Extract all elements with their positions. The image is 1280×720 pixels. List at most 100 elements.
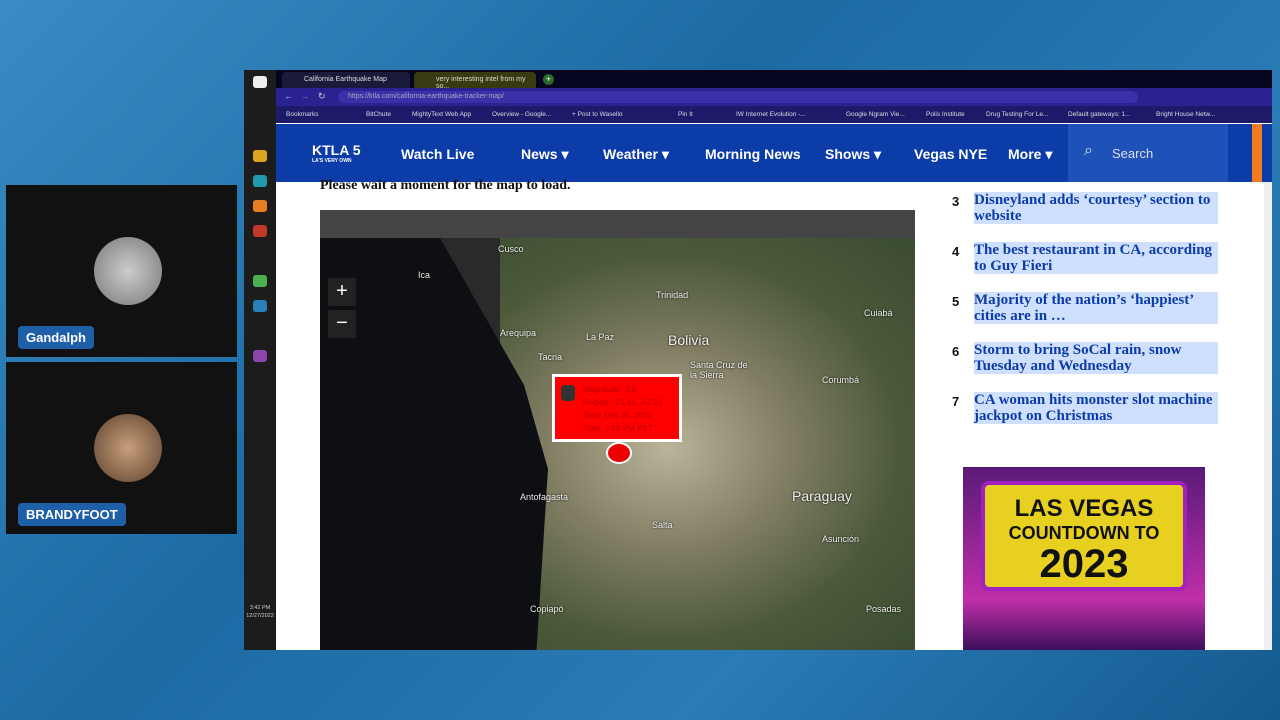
bookmark[interactable]: MightyText Web App [412, 111, 471, 118]
advertisement[interactable]: LAS VEGAS COUNTDOWN TO 2023 [963, 467, 1205, 650]
map-label: Posadas [866, 604, 902, 614]
nav-weather[interactable]: Weather ▾ [603, 146, 669, 163]
url-input[interactable]: https://ktla.com/california-earthquake-t… [338, 91, 1138, 103]
twitch-icon[interactable] [253, 350, 267, 362]
earthquake-popup: Magnitude: 3.0 Region: -21.41, -67.21 Da… [552, 374, 682, 442]
ad-text: LAS VEGAS [1014, 495, 1154, 522]
map-label: Cusco [498, 244, 524, 254]
participant-name: BRANDYFOOT [18, 503, 126, 526]
map-label: Arequipa [500, 328, 537, 338]
earthquake-icon [561, 385, 575, 401]
firefox-icon[interactable] [253, 200, 267, 212]
map-loading-text: Please wait a moment for the map to load… [320, 178, 571, 193]
nav-watch-live[interactable]: Watch Live [401, 146, 474, 162]
back-icon[interactable]: ← [284, 91, 293, 101]
bookmark[interactable]: BitChute [366, 111, 391, 118]
bookmark[interactable]: Pin It [678, 111, 693, 118]
windows-start-icon[interactable] [253, 76, 267, 88]
search-icon: ⌕ [1084, 142, 1093, 159]
browser-window: 3:42 PM 12/27/2022 California Earthquake … [244, 70, 1272, 650]
app-icon[interactable] [253, 175, 267, 187]
site-nav: KTLA 5 LA'S VERY OWN Watch Live News ▾ We… [276, 124, 1272, 182]
edge-icon[interactable] [253, 300, 267, 312]
ad-text: 2023 [1039, 542, 1129, 586]
map-land [500, 238, 915, 650]
bookmark[interactable]: + Post to Wasello [572, 111, 623, 118]
nav-morning-news[interactable]: Morning News [705, 146, 801, 162]
video-tile-brandyfoot: BRANDYFOOT [6, 362, 237, 534]
map-label: Bolivia [668, 332, 710, 348]
map-label: Trinidad [656, 290, 689, 300]
avatar [94, 414, 162, 482]
date: 12/27/2022 [246, 613, 274, 619]
ktla-logo[interactable]: KTLA 5 LA'S VERY OWN [312, 142, 360, 164]
popup-region: Region: -21.41, -67.21 [583, 398, 663, 407]
map-label: Copiapó [530, 604, 564, 614]
nav-news[interactable]: News ▾ [521, 146, 569, 163]
tab[interactable]: very interesting intel from my so... [414, 72, 536, 90]
new-tab-button[interactable]: + [543, 74, 554, 85]
video-tile-gandalph: Gandalph [6, 185, 237, 357]
list-item[interactable]: 5 Majority of the nation’s ‘happiest’ cit… [952, 292, 1232, 342]
app-icon[interactable] [253, 225, 267, 237]
article-link[interactable]: Majority of the nation’s ‘happiest’ citi… [974, 292, 1218, 324]
zoom-in-button[interactable]: + [328, 278, 356, 306]
taskbar: 3:42 PM 12/27/2022 [244, 70, 276, 650]
address-bar-row: ← → ↻ https://ktla.com/california-earthq… [276, 88, 1272, 106]
article-link[interactable]: Disneyland adds ‘courtesy’ section to we… [974, 192, 1218, 224]
map-label: Tacna [538, 352, 563, 362]
tab-active[interactable]: California Earthquake Map [282, 72, 410, 88]
bookmark[interactable]: Drug Testing For Le... [986, 111, 1048, 118]
map-label: Ica [418, 270, 431, 280]
chrome-icon[interactable] [253, 275, 267, 287]
popup-date: Date: Dec 26, 2022 [583, 411, 652, 420]
popup-time: Time: 3:55 PM PST [583, 424, 653, 433]
bookmark[interactable]: IW Internet Evolution -... [736, 111, 806, 118]
forward-icon[interactable]: → [300, 91, 309, 101]
bookmark[interactable]: Default gateways: 1... [1068, 111, 1131, 118]
nav-shows[interactable]: Shows ▾ [825, 146, 881, 163]
bookmark[interactable]: Google Ngram Vie... [846, 111, 905, 118]
earthquake-marker[interactable] [606, 442, 632, 464]
accent-bar [1252, 124, 1262, 182]
participant-name: Gandalph [18, 326, 94, 349]
list-item[interactable]: 7 CA woman hits monster slot machine jack… [952, 392, 1232, 442]
map-header [320, 210, 915, 238]
bookmark[interactable]: Bookmarks [286, 111, 319, 118]
ad-text: COUNTDOWN TO [1008, 523, 1160, 543]
article-link[interactable]: CA woman hits monster slot machine jackp… [974, 392, 1218, 424]
reload-icon[interactable]: ↻ [318, 91, 326, 102]
page-content: Please wait a moment for the map to load… [276, 178, 1272, 650]
article-link[interactable]: The best restaurant in CA, according to … [974, 242, 1218, 274]
clock[interactable]: 3:42 PM 12/27/2022 [244, 604, 276, 620]
map-label: La Paz [586, 332, 615, 342]
folder-icon[interactable] [253, 150, 267, 162]
nav-more[interactable]: More ▾ [1008, 146, 1052, 163]
search-input[interactable]: ⌕ Search [1068, 124, 1228, 182]
trending-list: 3 Disneyland adds ‘courtesy’ section to w… [952, 192, 1232, 442]
scrollbar[interactable] [1264, 182, 1272, 650]
map-label: Salta [652, 520, 673, 530]
map-label: Cuiabá [864, 308, 893, 318]
map-label: Asunción [822, 534, 860, 544]
map-label: Paraguay [792, 488, 852, 504]
tab-bar: California Earthquake Map very interesti… [276, 70, 1272, 90]
zoom-out-button[interactable]: − [328, 310, 356, 338]
search-placeholder: Search [1112, 146, 1154, 161]
bookmark[interactable]: Overview - Google... [492, 111, 551, 118]
bookmark[interactable]: Polis Institute [926, 111, 965, 118]
map-label: Antofagasta [520, 492, 569, 502]
avatar [94, 237, 162, 305]
bookmark[interactable]: Bright House Netw... [1156, 111, 1215, 118]
article-link[interactable]: Storm to bring SoCal rain, snow Tuesday … [974, 342, 1218, 374]
list-item[interactable]: 4 The best restaurant in CA, according to… [952, 242, 1232, 292]
popup-magnitude: Magnitude: 3.0 [583, 385, 636, 394]
time: 3:42 PM [249, 605, 271, 611]
map-label: Corumbá [822, 375, 860, 385]
nav-vegas-nye[interactable]: Vegas NYE [914, 146, 987, 162]
bookmarks-bar: Bookmarks BitChute MightyText Web App Ov… [276, 106, 1272, 123]
tab-label: California Earthquake Map [304, 76, 387, 83]
earthquake-map[interactable]: + − Cusco Ica Trinidad Arequipa La Paz B… [320, 210, 915, 650]
list-item[interactable]: 6 Storm to bring SoCal rain, snow Tuesday… [952, 342, 1232, 392]
list-item[interactable]: 3 Disneyland adds ‘courtesy’ section to w… [952, 192, 1232, 242]
